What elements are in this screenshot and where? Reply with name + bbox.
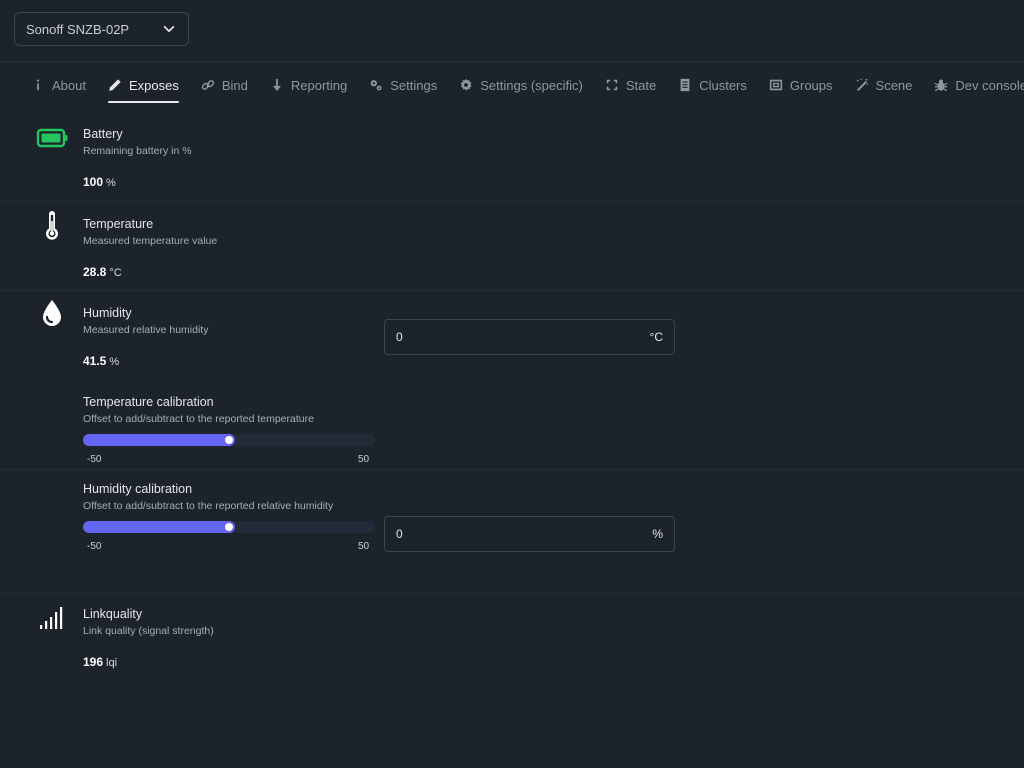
battery-value-wrap: 100% — [83, 175, 116, 189]
tab-groups[interactable]: Groups — [758, 68, 844, 102]
humidity-calibration-row: Humidity calibration Offset to add/subtr… — [0, 469, 1024, 594]
humidity-title: Humidity — [83, 306, 132, 320]
battery-value: 100 — [83, 175, 104, 189]
temperature-value-wrap: 28.8 °C — [83, 265, 122, 279]
tab-label: Scene — [875, 77, 913, 93]
tab-dev-console[interactable]: Dev console — [923, 68, 1024, 102]
tab-bind[interactable]: Bind — [190, 68, 259, 102]
tab-state[interactable]: State — [594, 68, 667, 102]
slider-fill — [83, 521, 235, 533]
humidity-row: Humidity Measured relative humidity 41.5… — [0, 291, 1024, 469]
tab-about[interactable]: About — [20, 68, 97, 102]
tab-bar: About Exposes Bind Reporting Settings Se… — [20, 66, 1024, 104]
linkquality-value-wrap: 196 lqi — [83, 655, 117, 669]
arrow-down-icon — [272, 78, 281, 92]
temperature-description: Measured temperature value — [83, 235, 218, 247]
document-icon — [680, 78, 690, 92]
bug-icon — [934, 79, 948, 92]
tab-settings-specific[interactable]: Settings (specific) — [448, 68, 594, 102]
tab-label: Settings (specific) — [480, 77, 583, 93]
pencil-icon — [109, 79, 121, 91]
humidity-calibration-input-unit: % — [652, 527, 663, 541]
battery-unit: % — [106, 177, 116, 189]
temperature-value: 28.8 — [83, 265, 107, 279]
humidity-calibration-input[interactable]: 0 % — [384, 516, 675, 552]
humidity-calibration-slider[interactable] — [83, 521, 375, 533]
temperature-title: Temperature — [83, 217, 154, 231]
device-select[interactable]: Sonoff SNZB-02P — [14, 12, 189, 46]
gears-icon — [370, 80, 382, 91]
tab-clusters[interactable]: Clusters — [667, 68, 758, 102]
linkquality-description: Link quality (signal strength) — [83, 625, 214, 637]
linkquality-unit: lqi — [106, 657, 118, 669]
signal-bars-icon — [36, 602, 68, 634]
humidity-calibration-min: -50 — [87, 541, 102, 552]
humidity-unit: % — [109, 356, 120, 368]
thermometer-icon — [36, 210, 68, 242]
tab-label: State — [625, 77, 657, 93]
battery-description: Remaining battery in % — [83, 145, 192, 157]
tab-label: Clusters — [699, 77, 747, 93]
humidity-value-wrap: 41.5% — [83, 354, 119, 368]
humidity-calibration-max: 50 — [358, 541, 370, 552]
humidity-calibration-description: Offset to add/subtract to the reported r… — [83, 500, 334, 512]
tab-label: Dev console — [955, 77, 1024, 93]
temperature-calibration-title: Temperature calibration — [83, 395, 214, 409]
tab-label: About — [52, 77, 86, 93]
link-icon — [201, 80, 214, 90]
magic-wand-icon — [856, 78, 868, 91]
tab-reporting[interactable]: Reporting — [259, 68, 358, 102]
tab-settings[interactable]: Settings — [358, 68, 448, 102]
humidity-calibration-input-value: 0 — [396, 527, 403, 541]
humidity-value: 41.5 — [83, 354, 107, 368]
tab-label: Groups — [789, 77, 833, 93]
slider-thumb[interactable] — [225, 523, 233, 531]
temperature-unit: °C — [109, 267, 122, 279]
water-drop-icon — [36, 297, 68, 329]
slider-thumb[interactable] — [225, 436, 233, 444]
tab-label: Bind — [221, 77, 248, 93]
slider-fill — [83, 434, 235, 446]
tab-scene[interactable]: Scene — [844, 68, 924, 102]
humidity-calibration-title: Humidity calibration — [83, 482, 193, 496]
tab-label: Exposes — [128, 77, 179, 93]
exposes-panel: Battery Remaining battery in % 100% Temp… — [0, 112, 1024, 684]
device-select-value: Sonoff SNZB-02P — [26, 21, 130, 37]
battery-row: Battery Remaining battery in % 100% — [0, 112, 1024, 202]
temperature-row: Temperature Measured temperature value 2… — [0, 202, 1024, 291]
linkquality-row: Linkquality Link quality (signal strengt… — [0, 594, 1024, 684]
tab-label: Settings — [390, 77, 438, 93]
top-bar: Sonoff SNZB-02P — [0, 0, 1024, 62]
refresh-icon — [606, 79, 618, 91]
battery-full-icon — [36, 122, 68, 154]
temperature-calibration-slider[interactable] — [83, 434, 375, 446]
chevron-down-icon — [163, 25, 175, 33]
linkquality-title: Linkquality — [83, 607, 143, 621]
temperature-calibration-max: 50 — [358, 454, 370, 465]
temperature-calibration-input[interactable]: 0 °C — [384, 319, 675, 355]
humidity-description: Measured relative humidity — [83, 324, 209, 336]
gear-icon — [460, 78, 472, 91]
temperature-calibration-description: Offset to add/subtract to the reported t… — [83, 413, 314, 425]
temperature-calibration-input-unit: °C — [649, 330, 663, 344]
temperature-calibration-input-value: 0 — [396, 330, 403, 344]
group-icon — [769, 79, 783, 91]
linkquality-value: 196 — [83, 655, 104, 669]
tab-label: Reporting — [290, 77, 348, 93]
temperature-calibration-min: -50 — [87, 454, 102, 465]
battery-title: Battery — [83, 127, 123, 141]
info-icon — [36, 79, 40, 91]
tab-exposes[interactable]: Exposes — [97, 68, 190, 103]
